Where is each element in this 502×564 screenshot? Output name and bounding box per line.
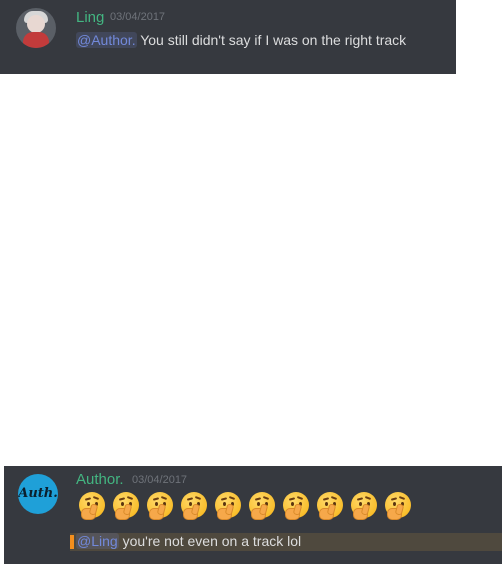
avatar-ling[interactable]: [16, 8, 56, 48]
thinking-face-icon: [350, 491, 378, 520]
message-author: Auth. Author. 03/04/2017 @Ling you're no…: [4, 466, 502, 564]
message-timestamp: 03/04/2017: [132, 474, 188, 486]
thinking-face-icon: [180, 491, 208, 520]
thinking-emoji-row: [78, 491, 418, 523]
message-ling: Ling 03/04/2017 @Author. You still didn'…: [0, 0, 456, 74]
message-text: @Ling you're not even on a track lol: [76, 533, 301, 549]
avatar-author[interactable]: Auth.: [18, 474, 58, 514]
message-text: @Author. You still didn't say if I was o…: [76, 32, 406, 48]
mention-ling[interactable]: @Ling: [76, 533, 119, 549]
thinking-face-icon: [384, 491, 412, 520]
message-body: You still didn't say if I was on the rig…: [136, 32, 407, 48]
message-timestamp: 03/04/2017: [110, 11, 166, 23]
thinking-face-icon: [112, 491, 140, 520]
avatar-face: [27, 15, 45, 33]
thinking-face-icon: [146, 491, 174, 520]
avatar-body: [23, 32, 49, 48]
thinking-face-icon: [78, 491, 106, 520]
mention-author[interactable]: @Author.: [76, 32, 137, 48]
author-logo: Auth.: [18, 486, 58, 501]
message-body: you're not even on a track lol: [118, 533, 302, 549]
quote-bar: [70, 535, 74, 549]
username-author[interactable]: Author.: [76, 471, 124, 488]
thinking-face-icon: [248, 491, 276, 520]
thinking-face-icon: [316, 491, 344, 520]
thinking-face-icon: [282, 491, 310, 520]
username-ling[interactable]: Ling: [76, 9, 104, 26]
thinking-face-icon: [214, 491, 242, 520]
